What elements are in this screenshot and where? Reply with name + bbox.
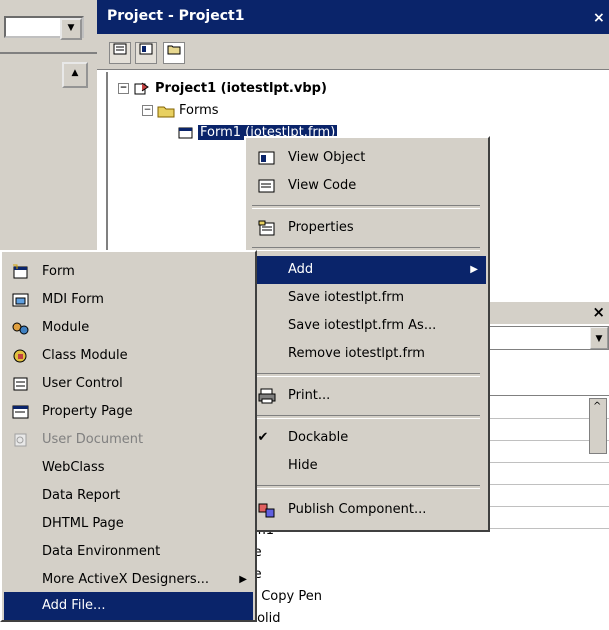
pane-divider xyxy=(0,52,97,54)
properties-scrollbar[interactable]: ^ xyxy=(589,398,607,454)
menu-item-property-page[interactable]: Property Page xyxy=(4,398,253,426)
menu-item-view-object[interactable]: View Object xyxy=(248,144,486,172)
chevron-down-icon[interactable]: ▼ xyxy=(60,18,82,40)
menu-item-mdi-form[interactable]: MDI Form xyxy=(4,286,253,314)
menu-separator xyxy=(252,373,480,377)
collapse-icon[interactable]: − xyxy=(118,83,129,94)
user-document-icon xyxy=(14,433,27,447)
properties-object-combo[interactable]: ▼ xyxy=(488,326,609,350)
property-values: orm1 rue rue 3 - Copy Pen - Solid xyxy=(240,520,490,626)
menu-item-data-report[interactable]: Data Report xyxy=(4,482,253,510)
mdi-form-icon xyxy=(12,293,29,307)
menu-item-add[interactable]: Add ▶ xyxy=(248,256,486,284)
view-object-icon xyxy=(258,151,275,165)
properties-icon xyxy=(258,220,275,236)
menu-item-user-document[interactable]: User Document xyxy=(4,426,253,454)
table-row[interactable] xyxy=(488,506,609,529)
menu-item-publish-component[interactable]: Publish Component... xyxy=(248,496,486,524)
forms-label: Forms xyxy=(179,103,219,118)
menu-item-dhtml-page[interactable]: DHTML Page xyxy=(4,510,253,538)
menu-item-data-environment[interactable]: Data Environment xyxy=(4,538,253,566)
project-toolbar xyxy=(97,34,609,70)
collapse-icon[interactable]: − xyxy=(142,105,153,116)
menu-separator xyxy=(252,205,480,209)
menu-separator xyxy=(252,247,480,251)
submenu-arrow-icon: ▶ xyxy=(470,264,478,275)
menu-item-form[interactable]: Form xyxy=(4,258,253,286)
toggle-folders-button[interactable] xyxy=(163,42,185,64)
add-submenu: Form MDI Form Module Class Module User C… xyxy=(0,250,257,622)
view-object-toolbar-button[interactable] xyxy=(135,42,157,64)
user-control-icon xyxy=(13,377,28,391)
code-window-pane: ▼ ▲ xyxy=(0,0,97,250)
object-combo[interactable]: ▼ xyxy=(4,16,84,40)
project-window-titlebar: Project - Project1 × xyxy=(97,0,609,34)
menu-item-view-code[interactable]: View Code xyxy=(248,172,486,200)
tree-item-forms[interactable]: − Forms xyxy=(142,102,219,120)
submenu-arrow-icon: ▶ xyxy=(239,574,247,585)
table-row[interactable] xyxy=(488,484,609,507)
menu-item-add-file[interactable]: Add File... xyxy=(4,592,253,620)
menu-item-module[interactable]: Module xyxy=(4,314,253,342)
view-code-toolbar-button[interactable] xyxy=(109,42,131,64)
form-icon xyxy=(178,127,193,138)
folder-icon xyxy=(157,106,175,117)
close-icon[interactable]: × xyxy=(593,10,609,26)
project-label: Project1 (iotestlpt.vbp) xyxy=(155,81,327,96)
menu-item-hide[interactable]: Hide xyxy=(248,452,486,480)
menu-item-dockable[interactable]: ✔ Dockable xyxy=(248,424,486,452)
view-code-icon xyxy=(258,179,275,193)
tree-item-project[interactable]: − Project1 (iotestlpt.vbp) xyxy=(118,80,327,98)
publish-component-icon xyxy=(258,503,275,518)
menu-item-remove[interactable]: Remove iotestlpt.frm xyxy=(248,340,486,368)
scroll-up-icon[interactable]: ^ xyxy=(593,401,601,412)
context-menu: View Object View Code Properties Add ▶ S… xyxy=(244,136,490,532)
project-icon xyxy=(134,82,149,94)
menu-separator xyxy=(252,415,480,419)
close-icon[interactable]: × xyxy=(592,303,605,321)
scroll-up-button[interactable]: ▲ xyxy=(62,62,88,88)
printer-icon xyxy=(258,388,276,404)
menu-item-save[interactable]: Save iotestlpt.frm xyxy=(248,284,486,312)
form-icon xyxy=(13,264,28,279)
class-module-icon xyxy=(13,349,27,363)
menu-item-class-module[interactable]: Class Module xyxy=(4,342,253,370)
menu-item-webclass[interactable]: WebClass xyxy=(4,454,253,482)
menu-item-save-as[interactable]: Save iotestlpt.frm As... xyxy=(248,312,486,340)
menu-item-properties[interactable]: Properties xyxy=(248,214,486,242)
properties-titlebar: × xyxy=(488,302,609,324)
module-icon xyxy=(12,322,29,335)
menu-item-user-control[interactable]: User Control xyxy=(4,370,253,398)
menu-separator xyxy=(252,485,480,489)
property-page-icon xyxy=(12,405,29,419)
menu-item-more-activex-designers[interactable]: More ActiveX Designers... ▶ xyxy=(4,566,253,594)
project-window-title: Project - Project1 xyxy=(107,8,245,24)
table-row[interactable] xyxy=(488,462,609,485)
menu-item-print[interactable]: Print... xyxy=(248,382,486,410)
chevron-down-icon[interactable]: ▼ xyxy=(590,327,608,349)
